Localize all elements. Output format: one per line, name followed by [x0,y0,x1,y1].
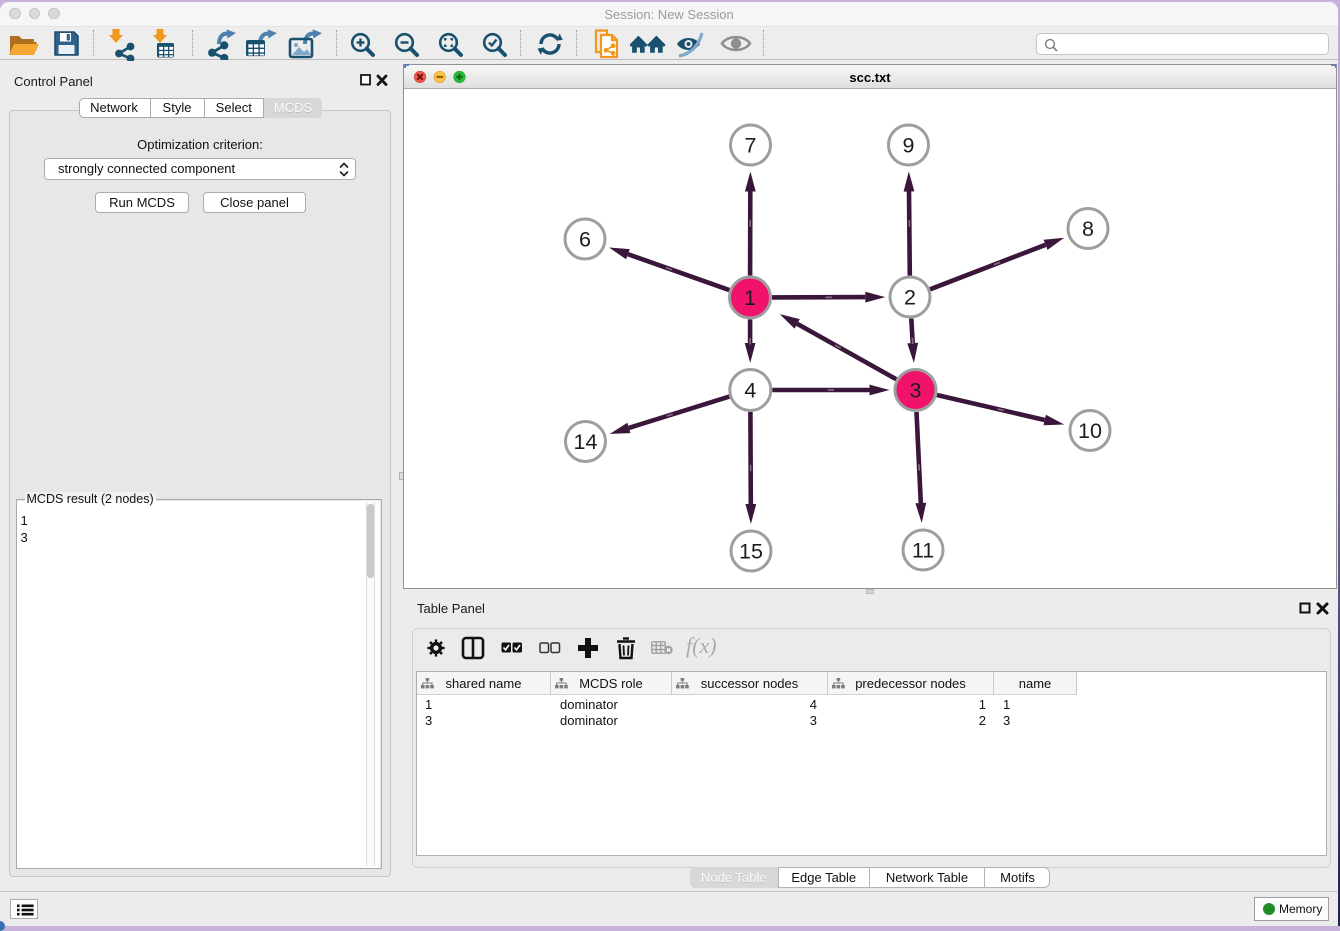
svg-text:9: 9 [903,134,915,158]
svg-text:14: 14 [574,430,598,454]
svg-text:11: 11 [912,539,934,563]
svg-text:15: 15 [739,540,763,564]
svg-text:3: 3 [910,379,922,403]
svg-text:8: 8 [1082,217,1094,241]
svg-text:6: 6 [579,228,591,252]
svg-text:4: 4 [744,379,756,403]
svg-text:10: 10 [1078,419,1102,443]
svg-text:7: 7 [745,134,757,158]
svg-text:1: 1 [744,286,756,310]
svg-text:2: 2 [904,286,916,310]
